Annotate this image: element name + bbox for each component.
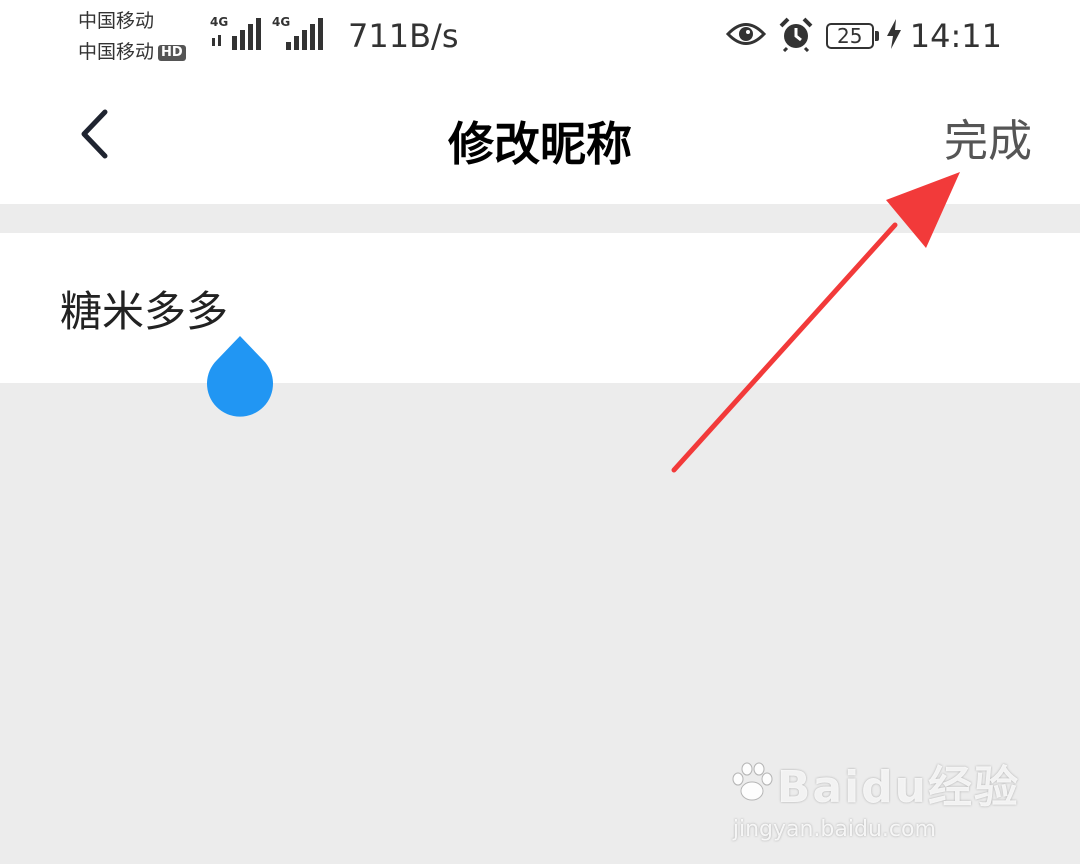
text-cursor-handle[interactable] bbox=[206, 336, 274, 422]
nav-bar: 修改昵称 完成 bbox=[0, 76, 1080, 204]
watermark-main-text: Baidu经验 bbox=[776, 762, 1020, 813]
watermark-logo: Baidu经验 bbox=[729, 760, 1020, 816]
alarm-icon bbox=[778, 16, 814, 56]
hd-badge: HD bbox=[158, 44, 186, 61]
carrier-line-2: 中国移动 HD bbox=[78, 37, 186, 68]
charging-icon bbox=[886, 19, 902, 53]
network-type-2: 4G bbox=[272, 15, 291, 29]
paw-icon bbox=[729, 760, 775, 816]
network-type-1: 4G bbox=[210, 15, 229, 29]
status-bar: 中国移动 中国移动 HD 4G 4G 711B/s 25 14:11 bbox=[0, 0, 1080, 76]
nickname-panel bbox=[0, 233, 1080, 383]
carrier-1-label: 中国移动 bbox=[78, 10, 155, 32]
carrier-line-1: 中国移动 bbox=[78, 6, 186, 37]
nickname-input[interactable] bbox=[60, 273, 1020, 343]
carrier-2-label: 中国移动 bbox=[78, 41, 155, 63]
battery-icon: 25 bbox=[825, 23, 879, 49]
watermark: Baidu经验 jingyan.baidu.com bbox=[729, 760, 1020, 844]
network-speed: 711B/s bbox=[348, 17, 459, 55]
signal-icon: 4G bbox=[210, 15, 262, 56]
carrier-info: 中国移动 中国移动 HD bbox=[78, 6, 186, 68]
clock: 14:11 bbox=[909, 17, 1002, 55]
done-button[interactable]: 完成 bbox=[944, 112, 1032, 172]
watermark-url: jingyan.baidu.com bbox=[732, 817, 936, 842]
signal-icon: 4G bbox=[272, 15, 324, 56]
eye-icon bbox=[725, 21, 766, 51]
status-icons: 25 14:11 bbox=[725, 16, 1002, 56]
page-title: 修改昵称 bbox=[448, 117, 632, 171]
